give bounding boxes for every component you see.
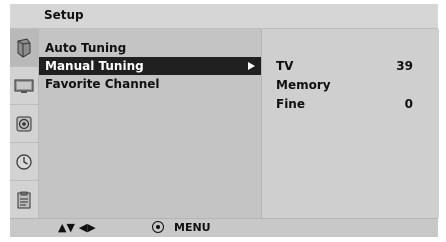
menu-item-favorite-channel[interactable]: Favorite Channel	[39, 75, 261, 93]
menu-item-label: Manual Tuning	[45, 59, 144, 73]
menu-title-bar: Setup	[10, 4, 438, 29]
submenu-row-tv[interactable]: TV 39	[262, 57, 439, 75]
manual-tuning-submenu: TV 39 Memory Fine 0	[261, 29, 439, 218]
submenu-row-value: 39	[396, 59, 413, 73]
submenu-row-label: Fine	[276, 97, 305, 111]
submenu-row-value: 0	[404, 97, 413, 111]
navigation-arrows-hint: ▲▼ ◀▶	[58, 221, 96, 234]
navigation-hint-bar: ▲▼ ◀▶ MENU	[10, 218, 438, 237]
option-category[interactable]	[10, 181, 38, 218]
menu-item-auto-tuning[interactable]: Auto Tuning	[39, 39, 261, 57]
menu-item-label: Favorite Channel	[45, 77, 160, 91]
sound-category[interactable]	[10, 105, 38, 143]
setup-icon	[17, 37, 31, 58]
time-icon	[16, 153, 32, 170]
picture-icon	[14, 79, 34, 93]
setup-category[interactable]	[10, 29, 38, 67]
submenu-row-memory[interactable]: Memory	[262, 76, 439, 94]
submenu-row-label: Memory	[276, 78, 331, 92]
submenu-arrow-icon	[248, 62, 255, 70]
menu-item-label: Auto Tuning	[45, 41, 127, 55]
menu-button-hint: MENU	[174, 221, 211, 234]
submenu-row-label: TV	[276, 59, 294, 73]
setup-menu-list: Auto Tuning Manual Tuning Favorite Chann…	[39, 29, 261, 218]
sound-icon	[16, 116, 32, 131]
tv-setup-menu: Setup Auto Tuning Manual Tuning Favorite…	[10, 4, 439, 237]
option-icon	[17, 191, 31, 208]
menu-item-manual-tuning[interactable]: Manual Tuning	[39, 57, 261, 75]
ok-icon	[152, 221, 164, 233]
submenu-row-fine[interactable]: Fine 0	[262, 95, 439, 113]
picture-category[interactable]	[10, 67, 38, 105]
menu-category-strip	[10, 29, 39, 218]
menu-title: Setup	[44, 8, 84, 22]
time-category[interactable]	[10, 143, 38, 181]
